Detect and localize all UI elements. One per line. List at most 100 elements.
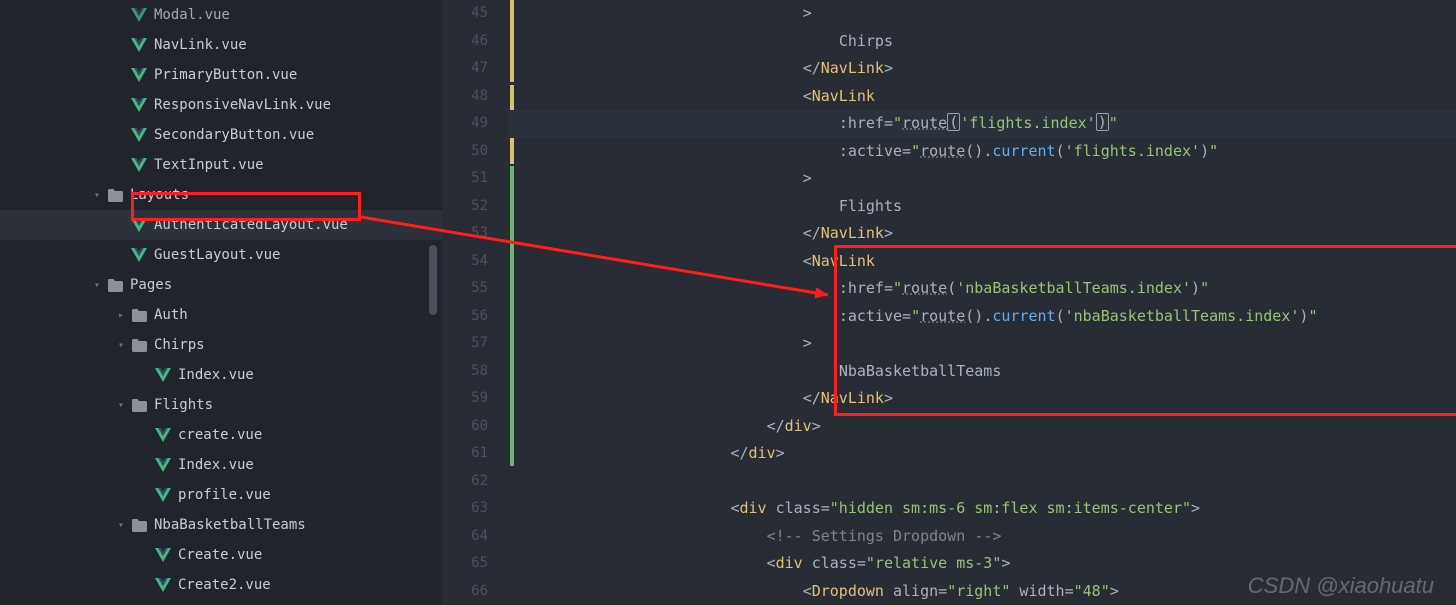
line-number: 60 <box>442 413 488 441</box>
code-line[interactable]: <div class="hidden sm:ms-6 sm:flex sm:it… <box>604 495 1317 523</box>
line-number: 46 <box>442 28 488 56</box>
vue-file-icon <box>130 248 148 262</box>
tree-item-label: Create.vue <box>178 547 262 563</box>
chevron-down-icon[interactable]: ▾ <box>114 340 128 351</box>
code-line[interactable]: <Dropdown align="right" width="48"> <box>604 578 1317 605</box>
tree-item-label: PrimaryButton.vue <box>154 67 297 83</box>
tree-item-label: create.vue <box>178 427 262 443</box>
tree-item-label: Layouts <box>130 187 189 203</box>
code-line[interactable]: Flights <box>604 193 1317 221</box>
tree-item-label: TextInput.vue <box>154 157 264 173</box>
tree-item-label: SecondaryButton.vue <box>154 127 314 143</box>
chevron-down-icon[interactable]: ▾ <box>90 280 104 291</box>
line-number: 62 <box>442 468 488 496</box>
tree-item-label: Index.vue <box>178 367 254 383</box>
tree-file[interactable]: Modal.vue <box>0 0 442 30</box>
vue-file-icon <box>130 38 148 52</box>
code-line[interactable]: </NavLink> <box>604 220 1317 248</box>
code-line[interactable] <box>604 468 1317 496</box>
vue-file-icon <box>130 158 148 172</box>
code-line[interactable]: > <box>604 0 1317 28</box>
chevron-down-icon[interactable]: ▾ <box>114 400 128 411</box>
tree-item-label: NbaBasketballTeams <box>154 517 306 533</box>
file-tree[interactable]: Modal.vue NavLink.vue PrimaryButton.vue Res… <box>0 0 442 605</box>
code-line[interactable]: <NavLink <box>604 83 1317 111</box>
vue-file-icon <box>154 548 172 562</box>
folder-icon <box>106 279 124 292</box>
code-line[interactable]: </NavLink> <box>604 385 1317 413</box>
file-tree-sidebar: Modal.vue NavLink.vue PrimaryButton.vue Res… <box>0 0 442 605</box>
code-line[interactable]: </div> <box>604 413 1317 441</box>
vue-file-icon <box>154 578 172 592</box>
tree-folder[interactable]: ▾ Pages <box>0 270 442 300</box>
folder-icon <box>130 519 148 532</box>
tree-file[interactable]: AuthenticatedLayout.vue <box>0 210 442 240</box>
tree-folder[interactable]: ▾ Flights <box>0 390 442 420</box>
vue-file-icon <box>130 218 148 232</box>
chevron-down-icon[interactable]: ▾ <box>90 190 104 201</box>
line-number: 53 <box>442 220 488 248</box>
chevron-right-icon[interactable]: ▸ <box>114 310 128 321</box>
tree-folder[interactable]: ▾ NbaBasketballTeams <box>0 510 442 540</box>
tree-item-label: Index.vue <box>178 457 254 473</box>
vue-file-icon <box>130 68 148 82</box>
tree-file[interactable]: Create2.vue <box>0 570 442 600</box>
vue-file-icon <box>154 368 172 382</box>
code-line[interactable]: </div> <box>604 440 1317 468</box>
tree-item-label: NavLink.vue <box>154 37 247 53</box>
tree-file[interactable]: Index.vue <box>0 360 442 390</box>
code-editor[interactable]: 4546474849505152535455565758596061626364… <box>442 0 1456 605</box>
line-number: 61 <box>442 440 488 468</box>
code-line[interactable]: > <box>604 330 1317 358</box>
tree-file[interactable]: TextInput.vue <box>0 150 442 180</box>
line-number: 50 <box>442 138 488 166</box>
line-number: 45 <box>442 0 488 28</box>
code-line[interactable]: </NavLink> <box>604 55 1317 83</box>
line-number: 48 <box>442 83 488 111</box>
tree-folder[interactable]: ▾ Layouts <box>0 180 442 210</box>
line-number: 49 <box>442 110 488 138</box>
code-line[interactable]: NbaBasketballTeams <box>604 358 1317 386</box>
vue-file-icon <box>154 488 172 502</box>
tree-folder[interactable]: ▾Chirps <box>0 330 442 360</box>
tree-file[interactable]: PrimaryButton.vue <box>0 60 442 90</box>
line-number: 56 <box>442 303 488 331</box>
tree-file[interactable]: SecondaryButton.vue <box>0 120 442 150</box>
tree-file[interactable]: GuestLayout.vue <box>0 240 442 270</box>
tree-file[interactable]: Create.vue <box>0 540 442 570</box>
tree-item-label: GuestLayout.vue <box>154 247 280 263</box>
vue-file-icon <box>130 8 148 22</box>
tree-folder[interactable]: ▸Auth <box>0 300 442 330</box>
line-number: 65 <box>442 550 488 578</box>
code-line[interactable]: :href="route('flights.index')" <box>508 110 1456 138</box>
code-line[interactable]: <div class="relative ms-3"> <box>604 550 1317 578</box>
vue-file-icon <box>130 98 148 112</box>
tree-item-label: Modal.vue <box>154 7 230 23</box>
code-line[interactable]: :href="route('nbaBasketballTeams.index')… <box>604 275 1317 303</box>
folder-icon <box>130 309 148 322</box>
chevron-down-icon[interactable]: ▾ <box>114 520 128 531</box>
tree-file[interactable]: profile.vue <box>0 480 442 510</box>
folder-icon <box>130 339 148 352</box>
line-number: 59 <box>442 385 488 413</box>
vue-file-icon <box>130 128 148 142</box>
line-number: 51 <box>442 165 488 193</box>
tree-item-label: Flights <box>154 397 213 413</box>
code-line[interactable]: > <box>604 165 1317 193</box>
code-content[interactable]: > Chirps </NavLink> <NavLink :href="rout… <box>508 0 1317 605</box>
tree-file[interactable]: Index.vue <box>0 600 442 605</box>
code-line[interactable]: :active="route().current('flights.index'… <box>604 138 1317 166</box>
tree-file[interactable]: create.vue <box>0 420 442 450</box>
code-line[interactable]: :active="route().current('nbaBasketballT… <box>604 303 1317 331</box>
tree-file[interactable]: NavLink.vue <box>0 30 442 60</box>
code-line[interactable]: <NavLink <box>604 248 1317 276</box>
tree-file[interactable]: ResponsiveNavLink.vue <box>0 90 442 120</box>
sidebar-scrollbar-thumb[interactable] <box>429 245 437 315</box>
line-number: 63 <box>442 495 488 523</box>
code-line[interactable]: Chirps <box>604 28 1317 56</box>
code-line[interactable]: <!-- Settings Dropdown --> <box>604 523 1317 551</box>
line-number: 58 <box>442 358 488 386</box>
tree-file[interactable]: Index.vue <box>0 450 442 480</box>
vue-file-icon <box>154 428 172 442</box>
tree-item-label: Pages <box>130 277 172 293</box>
